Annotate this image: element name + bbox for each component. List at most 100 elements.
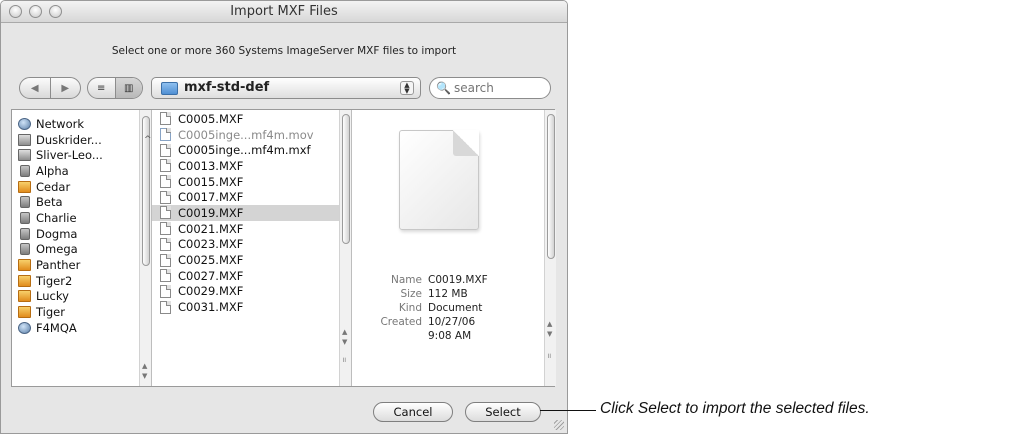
scroll-down-icon[interactable]: ▼ — [547, 330, 552, 338]
document-file-icon — [160, 237, 171, 251]
sidebar-item[interactable]: Network — [12, 116, 151, 132]
preview-scrollbar[interactable]: ▲ ▼ ॥ — [544, 110, 556, 386]
file-info: Name C0019.MXF Size 112 MB Kind Document Cr… — [352, 274, 542, 344]
file-row[interactable]: C0029.MXF — [152, 284, 351, 300]
sidebar-item[interactable]: Omega — [12, 242, 151, 258]
forward-arrow-icon: ▶ — [61, 82, 70, 94]
file-row[interactable]: C0005.MXF — [152, 111, 351, 127]
sidebar-item[interactable]: Tiger — [12, 304, 151, 320]
sidebar-scrollbar[interactable]: ▲ ▼ — [139, 110, 151, 386]
file-name: C0005inge...mf4m.mov — [178, 127, 314, 142]
sidebar-item[interactable]: Cedar — [12, 179, 151, 195]
folder-icon — [161, 82, 178, 95]
home-icon — [18, 290, 31, 303]
back-button[interactable]: ◀ — [20, 78, 50, 98]
info-created-time: 9:08 AM — [428, 330, 472, 342]
drive-icon — [20, 164, 30, 177]
sidebar-item[interactable]: Lucky — [12, 289, 151, 305]
scroll-down-icon[interactable]: ▼ — [142, 372, 147, 380]
preview-scroll-thumb[interactable] — [547, 114, 555, 259]
info-created-value: 10/27/06 — [428, 316, 476, 328]
info-name-value: C0019.MXF — [428, 274, 488, 286]
sidebar-item[interactable]: F4MQA — [12, 320, 151, 336]
resize-grip-icon[interactable] — [554, 420, 564, 430]
file-row[interactable]: C0005inge...mf4m.mov — [152, 127, 351, 143]
search-input[interactable] — [452, 80, 544, 96]
back-arrow-icon: ◀ — [30, 82, 39, 94]
document-file-icon — [160, 190, 171, 204]
info-name-label: Name — [391, 274, 422, 286]
window-title: Import MXF Files — [230, 4, 338, 19]
sidebar-item[interactable]: Tiger2 — [12, 273, 151, 289]
file-row[interactable]: C0027.MXF — [152, 268, 351, 284]
column-resize-icon[interactable]: ॥ — [547, 352, 551, 361]
sidebar-item[interactable]: Sliver-Leo... — [12, 147, 151, 163]
file-row[interactable]: C0013.MXF — [152, 158, 351, 174]
file-name: C0015.MXF — [178, 174, 244, 189]
network-icon — [18, 321, 31, 334]
document-file-icon — [160, 300, 171, 314]
scroll-down-icon[interactable]: ▼ — [342, 338, 347, 346]
column-view-icon: ▥ — [124, 82, 134, 94]
sidebar-item[interactable]: Charlie — [12, 210, 151, 226]
file-name: C0013.MXF — [178, 158, 244, 173]
sidebar-item-label: Tiger — [36, 305, 65, 320]
file-row[interactable]: C0019.MXF — [152, 205, 351, 221]
file-name: C0017.MXF — [178, 190, 244, 205]
view-mode-control: ≡ ▥ — [87, 77, 143, 99]
callout-line — [540, 410, 596, 411]
file-name: C0025.MXF — [178, 253, 244, 268]
file-row[interactable]: C0025.MXF — [152, 252, 351, 268]
up-down-arrows-icon: ▲ ▼ — [400, 81, 414, 95]
select-button[interactable]: Select — [465, 402, 541, 422]
forward-button[interactable]: ▶ — [49, 78, 81, 98]
sidebar-item[interactable]: Alpha — [12, 163, 151, 179]
preview-pane: Name C0019.MXF Size 112 MB Kind Document Cr… — [352, 110, 556, 386]
scroll-up-icon[interactable]: ▲ — [547, 320, 552, 328]
callout-text: Click Select to import the selected file… — [600, 400, 870, 417]
location-popup[interactable]: mxf-std-def ▲ ▼ — [151, 77, 421, 99]
document-file-icon — [160, 284, 171, 298]
sidebar-item-label: Charlie — [36, 210, 77, 225]
document-file-icon — [160, 112, 171, 126]
home-icon — [18, 259, 31, 272]
sidebar-item[interactable]: Duskrider... — [12, 132, 151, 148]
sidebar-item[interactable]: Panther — [12, 257, 151, 273]
drive-icon — [20, 211, 30, 224]
drive-icon — [20, 196, 30, 209]
file-row[interactable]: C0005inge...mf4m.mxf — [152, 142, 351, 158]
file-row[interactable]: C0031.MXF — [152, 299, 351, 315]
list-view-icon: ≡ — [97, 82, 106, 94]
dialog-instructions: Select one or more 360 Systems ImageServ… — [111, 45, 457, 57]
files-scrollbar[interactable]: ▲ ▼ ॥ — [339, 110, 351, 386]
search-field[interactable]: 🔍 — [429, 77, 551, 99]
document-file-icon — [160, 143, 171, 157]
column-view-button[interactable]: ▥ — [114, 78, 142, 98]
scroll-up-icon[interactable]: ▲ — [342, 328, 347, 336]
document-file-icon — [160, 222, 171, 236]
file-name: C0029.MXF — [178, 284, 244, 299]
title-bar[interactable]: Import MXF Files — [1, 1, 567, 23]
sidebar-item[interactable]: Dogma — [12, 226, 151, 242]
sidebar-item[interactable]: Beta — [12, 194, 151, 210]
column-divider-icon[interactable]: ^ — [144, 135, 152, 145]
sidebar-item-label: Beta — [36, 195, 63, 210]
column-resize-icon[interactable]: ॥ — [342, 356, 346, 365]
sidebar-item-label: Duskrider... — [36, 132, 102, 147]
document-file-icon — [160, 159, 171, 173]
sidebar: Network Duskrider... Sliver-Leo... Alpha Ced… — [12, 110, 152, 386]
list-view-button[interactable]: ≡ — [88, 78, 115, 98]
sidebar-item-label: Tiger2 — [36, 273, 73, 288]
file-row[interactable]: C0023.MXF — [152, 237, 351, 253]
file-row[interactable]: C0021.MXF — [152, 221, 351, 237]
info-kind-value: Document — [428, 302, 483, 314]
cancel-button[interactable]: Cancel — [373, 402, 453, 422]
document-file-icon — [160, 269, 171, 283]
file-row[interactable]: C0017.MXF — [152, 189, 351, 205]
file-browser: Network Duskrider... Sliver-Leo... Alpha Ced… — [11, 109, 556, 387]
sidebar-item-label: Network — [36, 116, 85, 131]
info-created-label: Created — [380, 316, 422, 328]
files-scroll-thumb[interactable] — [342, 114, 350, 244]
file-row[interactable]: C0015.MXF — [152, 174, 351, 190]
scroll-up-icon[interactable]: ▲ — [142, 362, 147, 370]
